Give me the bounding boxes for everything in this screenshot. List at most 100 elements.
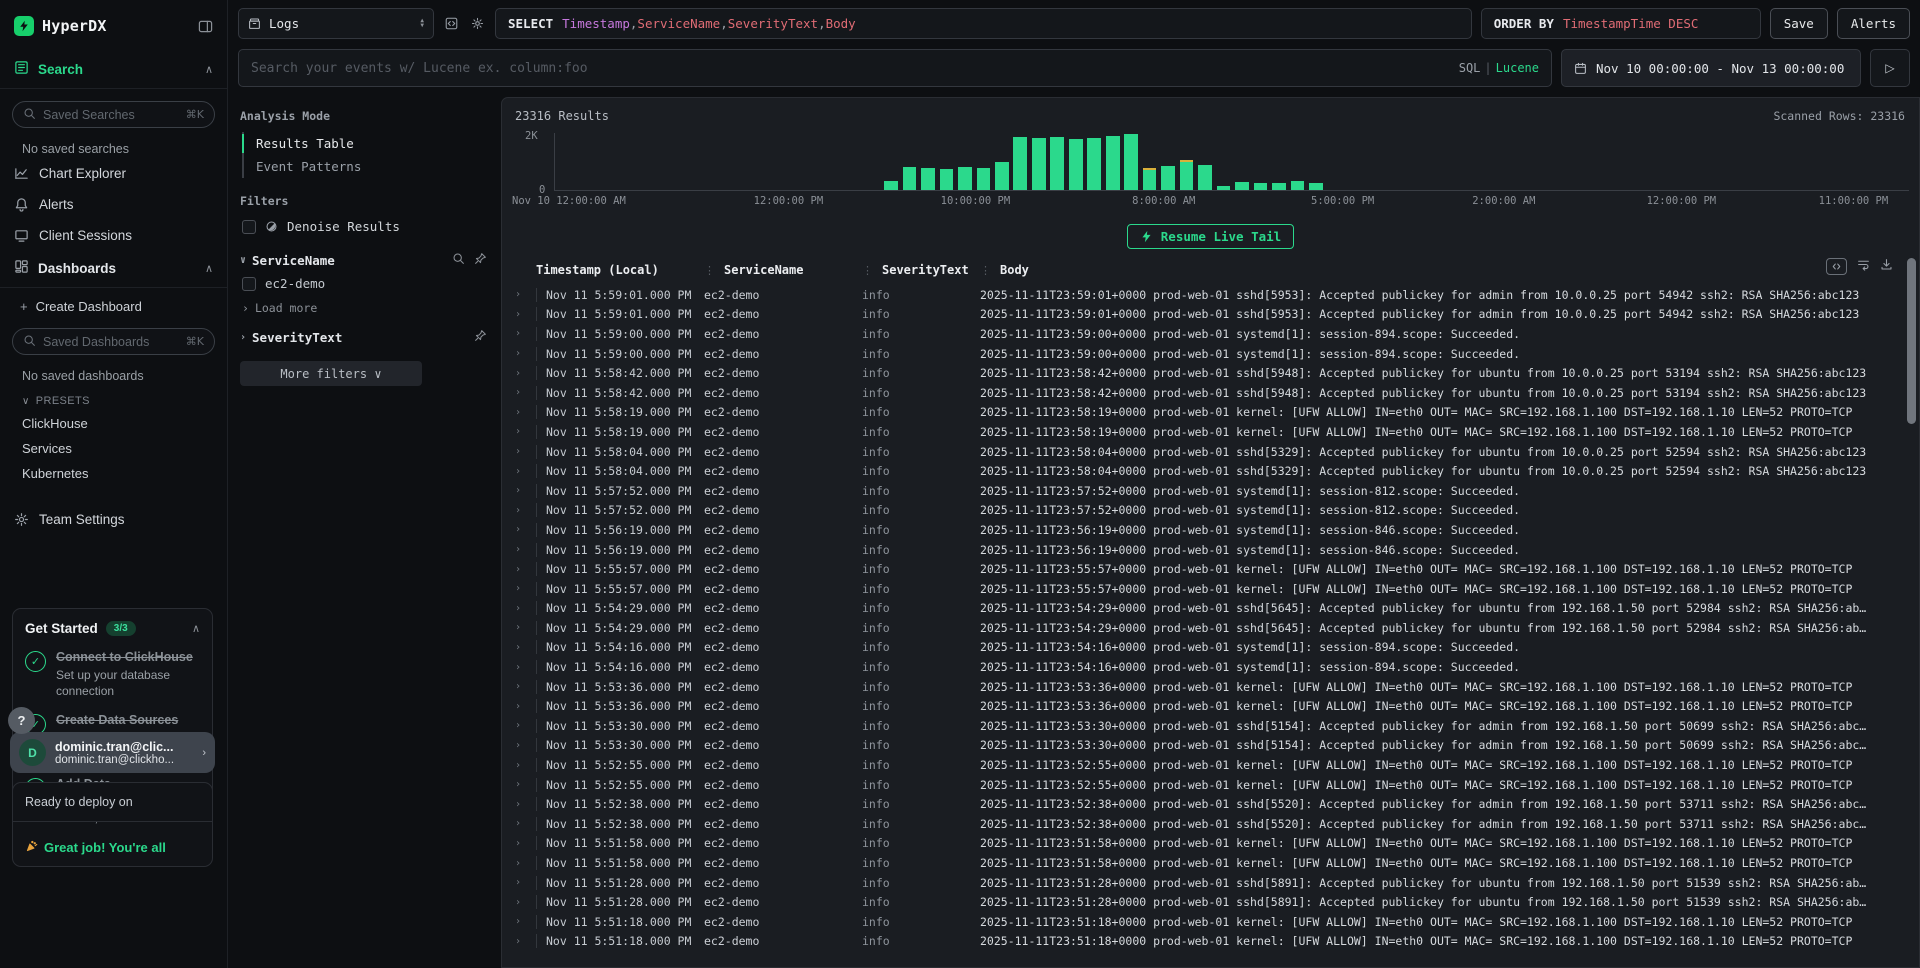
expand-row-icon[interactable]: › (502, 916, 536, 927)
deploy-banner[interactable]: Ready to deploy on (12, 782, 213, 822)
get-started-item[interactable]: ✓Connect to ClickHouseSet up your databa… (25, 649, 200, 699)
table-row[interactable]: ›Nov 11 5:53:36.000 PMec2-demoinfo2025-1… (502, 677, 1919, 697)
help-button[interactable]: ? (8, 707, 35, 734)
table-row[interactable]: ›Nov 11 5:58:19.000 PMec2-demoinfo2025-1… (502, 422, 1919, 442)
expand-row-icon[interactable]: › (502, 603, 536, 614)
histogram-bar[interactable] (884, 181, 898, 190)
source-select[interactable]: Logs ▲▼ (238, 8, 434, 39)
table-row[interactable]: ›Nov 11 5:56:19.000 PMec2-demoinfo2025-1… (502, 520, 1919, 540)
sidebar-item-alerts[interactable]: Alerts (0, 189, 227, 220)
histogram-bar[interactable] (1087, 138, 1101, 190)
sidebar-section-dashboards[interactable]: Dashboards ∧ (0, 251, 227, 287)
saved-dashboards-field[interactable] (43, 335, 179, 349)
query-settings-gear-icon[interactable] (469, 17, 486, 30)
column-config-icon[interactable] (1826, 258, 1847, 275)
event-search-box[interactable]: SQL|Lucene (238, 49, 1552, 87)
table-row[interactable]: ›Nov 11 5:57:52.000 PMec2-demoinfo2025-1… (502, 501, 1919, 521)
table-row[interactable]: ›Nov 11 5:58:04.000 PMec2-demoinfo2025-1… (502, 461, 1919, 481)
expand-row-icon[interactable]: › (502, 779, 536, 790)
histogram-bar[interactable] (1309, 183, 1323, 190)
column-separator[interactable]: ⋮ (704, 264, 715, 277)
table-row[interactable]: ›Nov 11 5:51:18.000 PMec2-demoinfo2025-1… (502, 932, 1919, 952)
expand-row-icon[interactable]: › (502, 583, 536, 594)
vertical-scrollbar[interactable] (1907, 258, 1916, 424)
histogram-bar[interactable] (1013, 137, 1027, 190)
chevron-up-icon[interactable]: ∧ (192, 622, 200, 635)
table-row[interactable]: ›Nov 11 5:57:52.000 PMec2-demoinfo2025-1… (502, 481, 1919, 501)
histogram-bar[interactable] (940, 169, 954, 190)
column-separator[interactable]: ⋮ (980, 264, 991, 277)
column-header-servicename[interactable]: ⋮ServiceName (704, 263, 862, 277)
create-dashboard-button[interactable]: + Create Dashboard (0, 288, 227, 316)
table-row[interactable]: ›Nov 11 5:53:30.000 PMec2-demoinfo2025-1… (502, 716, 1919, 736)
histogram-bar[interactable] (1032, 138, 1046, 190)
expand-row-icon[interactable]: › (502, 877, 536, 888)
table-row[interactable]: ›Nov 11 5:52:38.000 PMec2-demoinfo2025-1… (502, 814, 1919, 834)
facet-severitytext[interactable]: › SeverityText (240, 329, 487, 345)
table-row[interactable]: ›Nov 11 5:58:42.000 PMec2-demoinfo2025-1… (502, 363, 1919, 383)
facet-search-icon[interactable] (452, 252, 465, 268)
histogram-bar[interactable] (1217, 186, 1231, 190)
expand-row-icon[interactable]: › (502, 799, 536, 810)
table-row[interactable]: ›Nov 11 5:52:38.000 PMec2-demoinfo2025-1… (502, 794, 1919, 814)
column-separator[interactable]: ⋮ (862, 264, 873, 277)
expand-row-icon[interactable]: › (502, 446, 536, 457)
table-row[interactable]: ›Nov 11 5:51:18.000 PMec2-demoinfo2025-1… (502, 912, 1919, 932)
histogram-bar[interactable] (1235, 182, 1249, 190)
expand-row-icon[interactable]: › (502, 348, 536, 359)
event-search-field[interactable] (251, 61, 1449, 76)
sidebar-item-team-settings[interactable]: Team Settings (0, 504, 227, 535)
facet-option[interactable]: ec2-demo (240, 268, 487, 293)
expand-row-icon[interactable]: › (502, 505, 536, 516)
histogram-bar[interactable] (1124, 134, 1138, 190)
more-filters-button[interactable]: More filters ∨ (240, 361, 422, 386)
alerts-button[interactable]: Alerts (1837, 8, 1910, 39)
table-row[interactable]: ›Nov 11 5:59:01.000 PMec2-demoinfo2025-1… (502, 285, 1919, 305)
preset-item[interactable]: Kubernetes (0, 461, 227, 486)
presets-toggle[interactable]: ∨ PRESETS (0, 385, 227, 411)
user-menu[interactable]: D dominic.tran@clic... dominic.tran@clic… (10, 732, 215, 773)
histogram-bar[interactable] (995, 162, 1009, 190)
facet-servicename[interactable]: ∨ ServiceName (240, 252, 487, 268)
pin-icon[interactable] (474, 252, 487, 268)
expand-row-icon[interactable]: › (502, 838, 536, 849)
histogram-bar[interactable] (903, 167, 917, 190)
expand-row-icon[interactable]: › (502, 309, 536, 320)
histogram-bar[interactable] (921, 168, 935, 190)
histogram-bar[interactable] (1272, 183, 1286, 190)
table-row[interactable]: ›Nov 11 5:54:16.000 PMec2-demoinfo2025-1… (502, 638, 1919, 658)
expand-row-icon[interactable]: › (502, 564, 536, 575)
chevron-up-icon[interactable]: ∧ (205, 63, 213, 76)
hyperdx-logo[interactable]: HyperDX (14, 16, 107, 36)
expand-row-icon[interactable]: › (502, 760, 536, 771)
expand-row-icon[interactable]: › (502, 524, 536, 535)
analysis-mode-results-table[interactable]: Results Table (244, 132, 487, 155)
preset-item[interactable]: ClickHouse (0, 411, 227, 436)
events-histogram[interactable]: 2K 0 (554, 133, 1909, 191)
facet-checkbox[interactable] (242, 277, 256, 291)
table-row[interactable]: ›Nov 11 5:53:36.000 PMec2-demoinfo2025-1… (502, 696, 1919, 716)
table-row[interactable]: ›Nov 11 5:51:28.000 PMec2-demoinfo2025-1… (502, 892, 1919, 912)
run-query-button[interactable]: ▷ (1870, 49, 1910, 87)
expand-row-icon[interactable]: › (502, 720, 536, 731)
sidebar-section-search[interactable]: Search ∧ (0, 46, 227, 88)
expand-row-icon[interactable]: › (502, 485, 536, 496)
histogram-bar[interactable] (1143, 168, 1157, 190)
expand-row-icon[interactable]: › (502, 858, 536, 869)
resume-live-tail-button[interactable]: Resume Live Tail (1127, 224, 1294, 249)
table-row[interactable]: ›Nov 11 5:58:42.000 PMec2-demoinfo2025-1… (502, 383, 1919, 403)
histogram-bar[interactable] (1254, 183, 1268, 190)
histogram-bar[interactable] (1198, 165, 1212, 190)
table-row[interactable]: ›Nov 11 5:54:29.000 PMec2-demoinfo2025-1… (502, 618, 1919, 638)
histogram-bar[interactable] (1106, 136, 1120, 190)
column-header-severitytext[interactable]: ⋮SeverityText (862, 263, 980, 277)
expand-row-icon[interactable]: › (502, 936, 536, 947)
expand-row-icon[interactable]: › (502, 368, 536, 379)
expand-row-icon[interactable]: › (502, 681, 536, 692)
save-button[interactable]: Save (1770, 8, 1828, 39)
expand-row-icon[interactable]: › (502, 544, 536, 555)
table-row[interactable]: ›Nov 11 5:51:58.000 PMec2-demoinfo2025-1… (502, 853, 1919, 873)
histogram-bar[interactable] (958, 167, 972, 190)
expand-row-icon[interactable]: › (502, 407, 536, 418)
expand-row-icon[interactable]: › (502, 466, 536, 477)
